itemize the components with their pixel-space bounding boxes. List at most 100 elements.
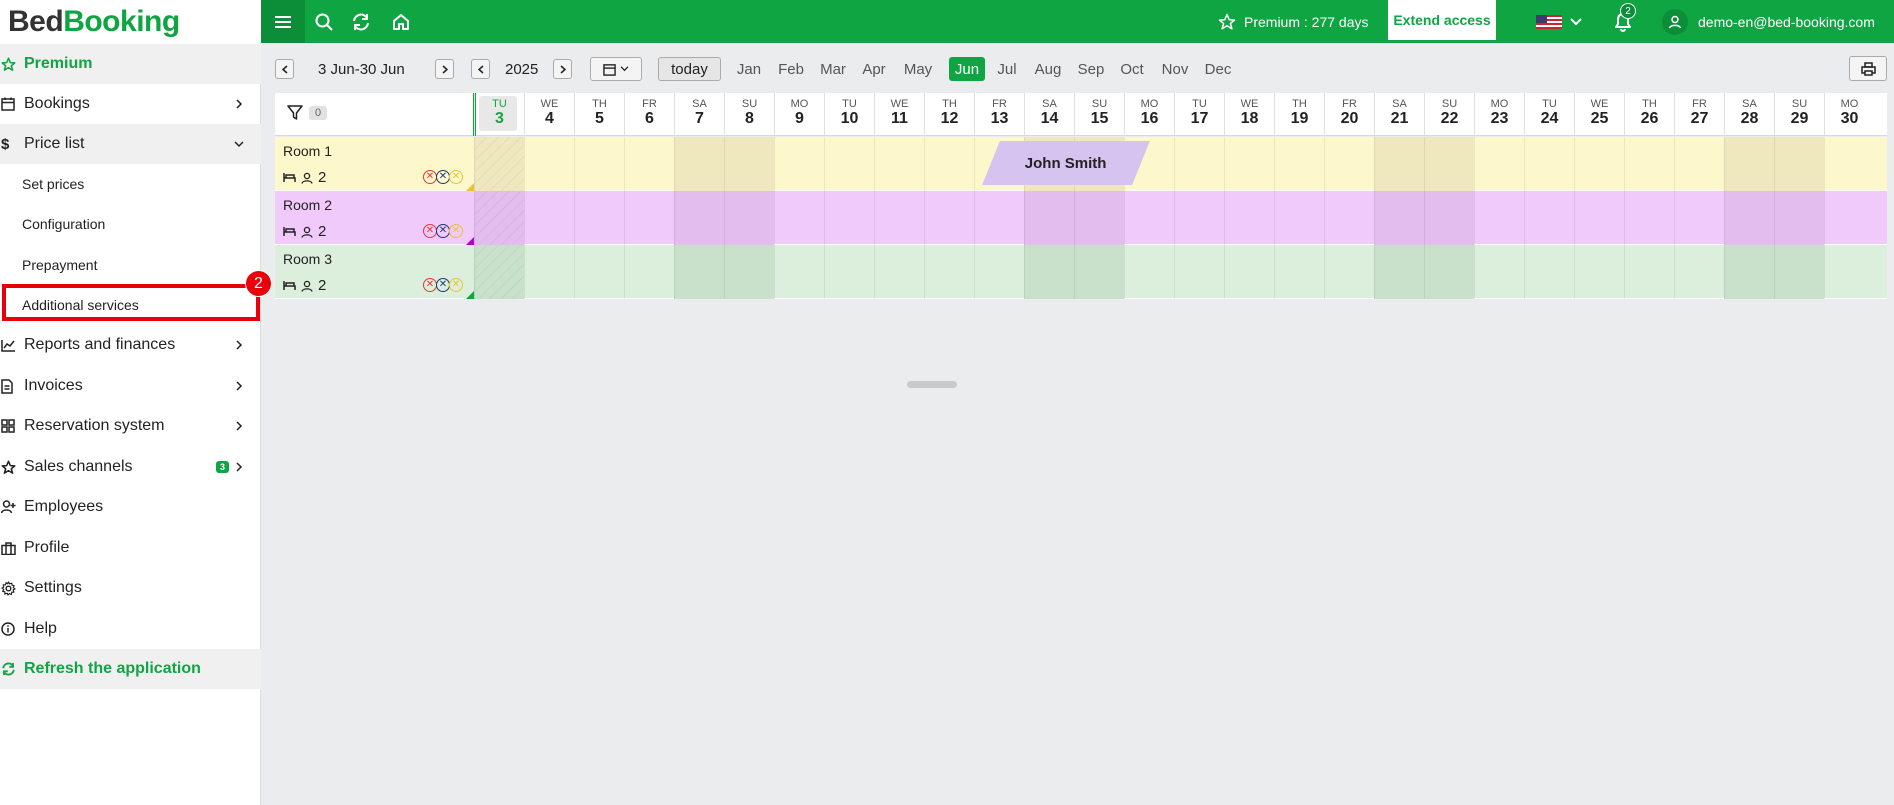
calendar-cell[interactable]	[1624, 245, 1674, 299]
day-header[interactable]: MO 30	[1824, 93, 1874, 136]
year-next-button[interactable]	[553, 59, 572, 79]
calendar-cell[interactable]	[1374, 137, 1424, 191]
month-oct[interactable]: Oct	[1116, 57, 1148, 81]
room-label[interactable]: Room 3 2 ✕ ✕ ✕	[275, 245, 474, 299]
calendar-cell[interactable]	[1524, 245, 1574, 299]
calendar-cell[interactable]	[624, 245, 674, 299]
month-jun[interactable]: Jun	[949, 57, 985, 81]
calendar-cell[interactable]	[774, 137, 824, 191]
menu-button[interactable]	[261, 0, 305, 43]
month-mar[interactable]: Mar	[817, 57, 849, 81]
filter-button[interactable]: 0	[287, 105, 328, 121]
calendar-cell[interactable]	[1724, 191, 1774, 245]
calendar-cell[interactable]	[1224, 191, 1274, 245]
calendar-cell[interactable]	[1774, 137, 1824, 191]
calendar-cell[interactable]	[1324, 245, 1374, 299]
calendar-cell[interactable]	[674, 245, 724, 299]
sidebar-subitem-set-prices[interactable]: Set prices	[0, 164, 261, 204]
calendar-cell[interactable]	[1824, 137, 1874, 191]
room-label[interactable]: Room 2 2 ✕ ✕ ✕	[275, 191, 474, 245]
day-header[interactable]: MO 23	[1474, 93, 1524, 136]
calendar-cell[interactable]	[1024, 245, 1074, 299]
calendar-cell[interactable]	[1674, 245, 1724, 299]
month-jul[interactable]: Jul	[993, 57, 1021, 81]
day-header[interactable]: FR 27	[1674, 93, 1724, 136]
calendar-cell[interactable]	[824, 137, 874, 191]
calendar-cell[interactable]	[624, 191, 674, 245]
calendar-cell[interactable]	[874, 137, 924, 191]
range-prev-button[interactable]	[275, 59, 294, 79]
calendar-cell[interactable]	[1024, 191, 1074, 245]
sidebar-item-premium[interactable]: Premium	[0, 44, 261, 84]
calendar-cell[interactable]	[1274, 191, 1324, 245]
calendar-cell[interactable]	[974, 191, 1024, 245]
month-sep[interactable]: Sep	[1074, 57, 1108, 81]
calendar-cell[interactable]	[524, 245, 574, 299]
sidebar-item-employees[interactable]: Employees	[0, 487, 261, 527]
day-header[interactable]: WE 18	[1224, 93, 1274, 136]
calendar-cell[interactable]	[1774, 191, 1824, 245]
calendar-cell[interactable]	[474, 191, 524, 245]
calendar-cell[interactable]	[774, 245, 824, 299]
calendar-cell[interactable]	[1674, 137, 1724, 191]
logo[interactable]: Bed Booking	[0, 0, 261, 43]
calendar-cell[interactable]	[924, 137, 974, 191]
calendar-cell[interactable]	[1274, 137, 1324, 191]
calendar-cell[interactable]	[974, 245, 1024, 299]
day-header[interactable]: WE 25	[1574, 93, 1624, 136]
day-header[interactable]: FR 20	[1324, 93, 1374, 136]
calendar-cell[interactable]	[1224, 245, 1274, 299]
print-button[interactable]	[1849, 56, 1887, 81]
month-jan[interactable]: Jan	[733, 57, 765, 81]
calendar-cell[interactable]	[574, 137, 624, 191]
sidebar-item-help[interactable]: Help	[0, 609, 261, 649]
calendar-cell[interactable]	[1324, 137, 1374, 191]
sidebar-item-settings[interactable]: Settings	[0, 568, 261, 608]
calendar-cell[interactable]	[1574, 245, 1624, 299]
calendar-cell[interactable]	[1474, 191, 1524, 245]
day-header[interactable]: TH 26	[1624, 93, 1674, 136]
calendar-cell[interactable]	[824, 191, 874, 245]
calendar-cell[interactable]	[1424, 137, 1474, 191]
home-button[interactable]	[382, 0, 420, 43]
sidebar-item-sales-channels[interactable]: Sales channels 3	[0, 447, 261, 487]
calendar-cell[interactable]	[524, 191, 574, 245]
user-menu[interactable]: demo-en@bed-booking.com	[1662, 0, 1875, 43]
day-header[interactable]: WE 4	[524, 93, 574, 136]
month-feb[interactable]: Feb	[775, 57, 807, 81]
calendar-cell[interactable]	[724, 245, 774, 299]
calendar-cell[interactable]	[1324, 191, 1374, 245]
calendar-cell[interactable]	[1174, 137, 1224, 191]
calendar-cell[interactable]	[574, 191, 624, 245]
month-aug[interactable]: Aug	[1031, 57, 1065, 81]
day-header[interactable]: MO 16	[1124, 93, 1174, 136]
calendar-cell[interactable]	[1774, 245, 1824, 299]
refresh-button[interactable]	[342, 0, 380, 43]
calendar-cell[interactable]	[1624, 191, 1674, 245]
sidebar-item-price-list[interactable]: $ Price list	[0, 124, 261, 164]
calendar-cell[interactable]	[1624, 137, 1674, 191]
sidebar-subitem-configuration[interactable]: Configuration	[0, 204, 261, 244]
calendar-cell[interactable]	[1224, 137, 1274, 191]
sidebar-item-reservation-system[interactable]: Reservation system	[0, 406, 261, 446]
calendar-cell[interactable]	[1274, 245, 1324, 299]
today-button[interactable]: today	[658, 57, 721, 81]
calendar-cell[interactable]	[474, 245, 524, 299]
calendar-cell[interactable]	[1124, 245, 1174, 299]
calendar-cell[interactable]	[724, 191, 774, 245]
calendar-cell[interactable]	[1374, 245, 1424, 299]
calendar-cell[interactable]	[1174, 245, 1224, 299]
calendar-cell[interactable]	[774, 191, 824, 245]
calendar-cell[interactable]	[1374, 191, 1424, 245]
calendar-cell[interactable]	[1824, 191, 1874, 245]
sidebar-item-profile[interactable]: Profile	[0, 528, 261, 568]
calendar-cell[interactable]	[1124, 191, 1174, 245]
calendar-cell[interactable]	[1574, 191, 1624, 245]
calendar-cell[interactable]	[1474, 137, 1524, 191]
date-picker-button[interactable]	[590, 57, 642, 81]
day-header[interactable]: FR 13	[974, 93, 1024, 136]
room-label[interactable]: Room 1 2 ✕ ✕ ✕	[275, 137, 474, 191]
calendar-cell[interactable]	[824, 245, 874, 299]
calendar-cell[interactable]	[1724, 137, 1774, 191]
booking-block[interactable]: John Smith	[982, 141, 1150, 185]
